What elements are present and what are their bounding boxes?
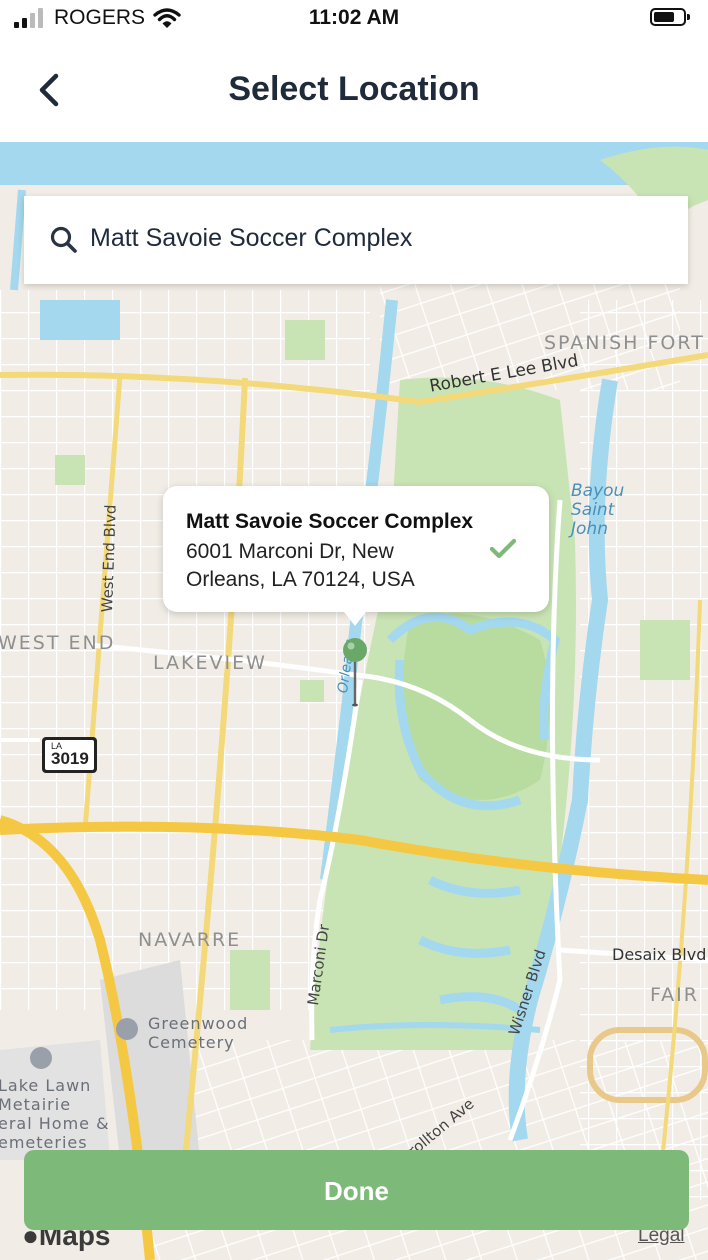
map-label-desaix-blvd: Desaix Blvd <box>612 945 707 964</box>
location-pin-icon[interactable] <box>340 636 370 708</box>
map-label-lakeview: LAKEVIEW <box>153 652 267 674</box>
map-label-west-end-blvd: West End Blvd <box>98 504 120 613</box>
lake-lawn-line-2: Metairie <box>0 1095 72 1114</box>
callout-address: 6001 Marconi Dr, New Orleans, LA 70124, … <box>186 540 415 591</box>
location-callout[interactable]: Matt Savoie Soccer Complex 6001 Marconi … <box>163 486 549 612</box>
checkmark-icon[interactable] <box>489 537 517 561</box>
map-label-greenwood-cemetery: Greenwood Cemetery <box>148 1014 248 1052</box>
done-button[interactable]: Done <box>24 1150 689 1230</box>
callout-place-name: Matt Savoie Soccer Complex <box>186 510 474 533</box>
bayou-line-3: John <box>571 519 608 539</box>
route-shield-3019: LA 3019 <box>42 737 97 773</box>
lake-lawn-icon <box>30 1047 52 1069</box>
map-label-lake-lawn: Lake Lawn Metairie eral Home & emeteries <box>0 1076 110 1152</box>
callout-pointer <box>341 608 369 626</box>
lake-lawn-line-3: eral Home & <box>0 1114 110 1133</box>
search-icon <box>50 226 77 253</box>
bayou-line-2: Saint <box>571 500 615 520</box>
search-bar[interactable]: Matt Savoie Soccer Complex <box>24 196 688 284</box>
map-label-west-end: WEST END <box>0 632 116 654</box>
greenwood-cemetery-icon <box>116 1018 138 1040</box>
map-label-bayou-st-john: Bayou Saint John <box>571 482 624 539</box>
search-input[interactable]: Matt Savoie Soccer Complex <box>90 224 412 253</box>
bayou-line-1: Bayou <box>571 481 625 501</box>
status-bar: ROGERS 11:02 AM <box>0 0 708 40</box>
map-label-fair: FAIR <box>650 984 699 1006</box>
battery-icon <box>650 8 690 26</box>
greenwood-line-2: Cemetery <box>148 1033 235 1052</box>
map-label-spanish-fort: SPANISH FORT <box>544 332 705 354</box>
lake-lawn-line-1: Lake Lawn <box>0 1076 92 1095</box>
route-shield-number: 3019 <box>51 749 89 768</box>
status-time: 11:02 AM <box>308 6 400 29</box>
map-label-navarre: NAVARRE <box>138 929 242 951</box>
navigation-bar: Select Location <box>0 40 708 143</box>
page-title: Select Location <box>228 70 480 108</box>
greenwood-line-1: Greenwood <box>148 1014 249 1033</box>
